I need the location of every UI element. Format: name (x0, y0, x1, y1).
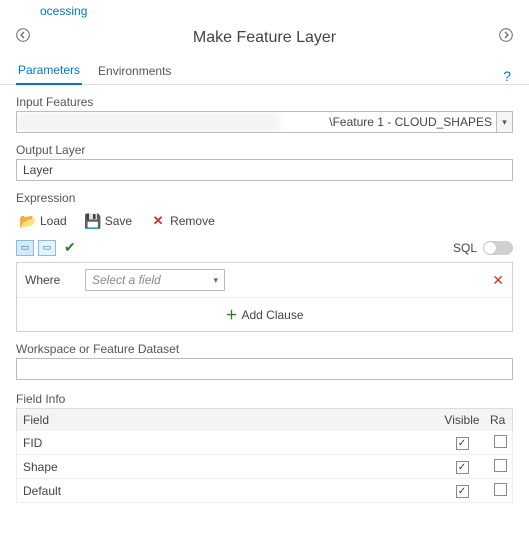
field-select[interactable]: Select a field ▾ (85, 269, 225, 291)
load-label: Load (40, 214, 67, 228)
ra-checkbox[interactable] (494, 459, 507, 472)
back-icon[interactable] (16, 28, 36, 47)
visible-checkbox[interactable]: ✓ (456, 485, 469, 498)
field-info-label: Field Info (16, 392, 513, 406)
input-features-dropdown[interactable]: ▾ (497, 111, 513, 133)
input-features-label: Input Features (16, 95, 513, 109)
folder-open-icon: 📂 (20, 213, 36, 229)
plus-icon: ＋ (225, 308, 237, 322)
field-name: Shape (17, 460, 436, 474)
expression-label: Expression (16, 191, 513, 205)
output-layer-label: Output Layer (16, 143, 513, 157)
load-button[interactable]: 📂 Load (16, 211, 71, 231)
tab-parameters[interactable]: Parameters (16, 59, 82, 85)
where-label: Where (25, 273, 75, 287)
input-features-field[interactable]: \Feature 1 - CLOUD_SHAPES (16, 111, 497, 133)
col-ra: Ra (488, 409, 512, 431)
validate-icon[interactable]: ✔ (64, 239, 76, 256)
workspace-field[interactable] (16, 358, 513, 380)
tool-title: Make Feature Layer (36, 29, 493, 47)
remove-button[interactable]: ✕ Remove (146, 211, 219, 231)
add-clause-button[interactable]: ＋ Add Clause (17, 297, 512, 331)
col-field: Field (17, 409, 436, 431)
expression-view2-button[interactable]: ▭ (38, 240, 56, 256)
clause-row: Where Select a field ▾ ✕ (17, 263, 512, 297)
col-visible: Visible (436, 409, 488, 431)
save-icon: 💾 (85, 213, 101, 229)
expression-view1-button[interactable]: ▭ (16, 240, 34, 256)
visible-checkbox[interactable]: ✓ (456, 437, 469, 450)
visible-checkbox[interactable]: ✓ (456, 461, 469, 474)
save-label: Save (105, 214, 132, 228)
workspace-label: Workspace or Feature Dataset (16, 342, 513, 356)
field-name: Default (17, 484, 436, 498)
forward-icon[interactable] (493, 28, 513, 47)
sql-label: SQL (453, 241, 477, 255)
expression-builder: Where Select a field ▾ ✕ ＋ Add Clause (16, 262, 513, 332)
table-row[interactable]: Default ✓ (16, 479, 513, 503)
remove-clause-icon[interactable]: ✕ (492, 272, 504, 289)
save-button[interactable]: 💾 Save (81, 211, 136, 231)
add-clause-label: Add Clause (241, 308, 303, 322)
ra-checkbox[interactable] (494, 435, 507, 448)
geoprocessing-link[interactable]: ocessing (0, 0, 529, 24)
remove-label: Remove (170, 214, 215, 228)
table-row[interactable]: Shape ✓ (16, 455, 513, 479)
chevron-down-icon: ▾ (213, 275, 218, 286)
ra-checkbox[interactable] (494, 483, 507, 496)
field-info-header: Field Visible Ra (16, 408, 513, 431)
field-select-placeholder: Select a field (92, 273, 161, 287)
field-name: FID (17, 436, 436, 450)
output-layer-field[interactable] (16, 159, 513, 181)
help-icon[interactable]: ? (503, 68, 513, 84)
remove-icon: ✕ (150, 213, 166, 229)
tab-environments[interactable]: Environments (96, 60, 173, 84)
table-row[interactable]: FID ✓ (16, 431, 513, 455)
sql-toggle[interactable] (483, 241, 513, 255)
